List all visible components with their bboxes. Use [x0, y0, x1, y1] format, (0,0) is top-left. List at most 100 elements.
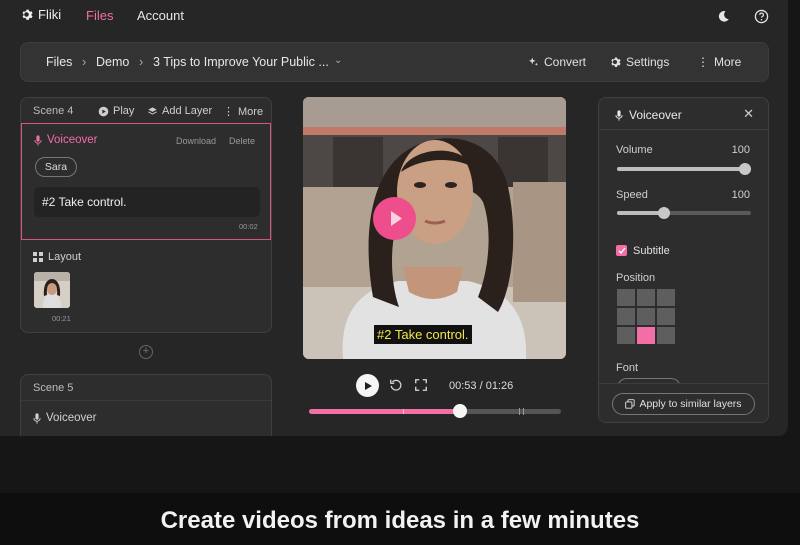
voiceover-heading: Voiceover: [33, 412, 97, 424]
add-layer-label: Add Layer: [162, 105, 213, 117]
copy-icon: [625, 399, 636, 409]
timeline-marker: [403, 409, 404, 414]
tagline-text: Create videos from ideas in a few minute…: [160, 507, 640, 534]
delete-link[interactable]: Delete: [229, 136, 255, 146]
moon-icon[interactable]: [714, 7, 732, 25]
speed-slider-fill: [617, 211, 664, 215]
fullscreen-icon[interactable]: [414, 378, 428, 392]
add-layer-button[interactable]: Add Layer: [147, 105, 212, 117]
help-icon[interactable]: [752, 7, 770, 25]
convert-button[interactable]: Convert: [527, 55, 586, 69]
scene-play-button[interactable]: Play: [98, 105, 134, 117]
volume-slider-knob[interactable]: [739, 163, 751, 175]
convert-label: Convert: [544, 55, 587, 69]
brand-name: Fliki: [38, 7, 62, 22]
sparkle-icon: [528, 57, 538, 66]
more-vertical-icon: ⋮: [223, 106, 234, 118]
position-grid: [617, 289, 675, 344]
play-circle-icon: [98, 106, 109, 116]
panel-title: Voiceover: [615, 108, 682, 122]
chevron-right-icon: ›: [82, 54, 87, 69]
gear-logo-icon: [22, 9, 33, 20]
position-cell[interactable]: [657, 289, 675, 306]
breadcrumb-file[interactable]: 3 Tips to Improve Your Public ...: [153, 55, 329, 69]
position-cell[interactable]: [637, 308, 655, 325]
timeline-progress: [309, 409, 460, 414]
tagline-banner: Create videos from ideas in a few minute…: [0, 493, 800, 545]
video-caption: #2 Take control.: [374, 325, 472, 344]
more-button[interactable]: ⋮ More: [697, 55, 741, 69]
scene-more-button[interactable]: ⋮ More: [223, 105, 264, 119]
voiceover-label: Voiceover: [46, 412, 97, 424]
close-icon[interactable]: ✕: [743, 106, 754, 122]
apply-similar-layers-button[interactable]: Apply to similar layers: [612, 393, 755, 415]
position-cell[interactable]: [617, 327, 635, 344]
layout-thumbnail[interactable]: [34, 272, 70, 308]
more-label: More: [714, 55, 742, 69]
panel-footer: Apply to similar layers: [599, 383, 768, 422]
volume-value: 100: [731, 144, 750, 156]
app-window: Fliki Files Account Files › Demo › 3 Tip…: [0, 0, 788, 436]
scene-title: Scene 5: [33, 382, 74, 394]
layout-label: Layout: [48, 251, 82, 263]
microphone-icon: [34, 134, 42, 146]
position-cell[interactable]: [637, 289, 655, 306]
voiceover-layer[interactable]: Voiceover Download Delete Sara #2 Take c…: [21, 123, 271, 240]
nav-account[interactable]: Account: [137, 8, 184, 23]
nav-files[interactable]: Files: [86, 8, 113, 23]
video-preview[interactable]: [303, 97, 566, 359]
volume-slider[interactable]: [617, 163, 751, 175]
video-play-overlay-icon[interactable]: [373, 197, 416, 240]
panel-header: Voiceover ✕: [599, 98, 768, 130]
breadcrumb-demo[interactable]: Demo: [96, 55, 129, 69]
settings-button[interactable]: Settings: [609, 55, 669, 69]
timeline-marker: [523, 408, 524, 415]
brand-logo[interactable]: Fliki: [20, 7, 61, 22]
position-cell[interactable]: [637, 327, 655, 344]
voiceover-duration: 00:02: [239, 222, 258, 231]
top-nav: Fliki Files Account: [0, 0, 788, 32]
breadcrumb-files[interactable]: Files: [46, 55, 72, 69]
position-cell[interactable]: [617, 308, 635, 325]
speed-slider-knob[interactable]: [658, 207, 670, 219]
play-icon: [364, 381, 372, 390]
microphone-icon: [615, 109, 623, 121]
scene-more-label: More: [238, 105, 264, 118]
position-label: Position: [616, 272, 656, 284]
chevron-right-icon: ›: [139, 54, 144, 69]
timeline-scrubber[interactable]: [453, 404, 467, 418]
timeline-marker: [519, 408, 520, 415]
playback-time: 00:53 / 01:26: [449, 380, 514, 392]
replay-icon[interactable]: [389, 378, 403, 392]
voiceover-settings-panel: Voiceover ✕ Volume 100 Speed 100 Subtitl…: [598, 97, 769, 423]
scene-card-5: Scene 5 Voiceover: [20, 374, 272, 436]
apply-button-label: Apply to similar layers: [639, 398, 742, 410]
check-icon: [618, 247, 626, 254]
play-label: Play: [113, 105, 135, 117]
position-cell[interactable]: [617, 289, 635, 306]
layout-thumb-duration: 00:21: [52, 314, 71, 323]
volume-label: Volume: [616, 144, 653, 156]
download-link[interactable]: Download: [176, 136, 216, 146]
position-cell[interactable]: [657, 327, 675, 344]
position-cell[interactable]: [657, 308, 675, 325]
font-label: Font: [616, 362, 639, 374]
scene-card-4: Scene 4 Play Add Layer ⋮ More Voiceover …: [20, 97, 272, 333]
layout-heading: Layout: [33, 251, 81, 263]
settings-label: Settings: [626, 55, 670, 69]
panel-title-label: Voiceover: [629, 108, 682, 122]
speed-slider[interactable]: [617, 207, 751, 219]
subtitle-checkbox[interactable]: [616, 245, 627, 256]
chevron-down-icon[interactable]: ⌄: [334, 55, 342, 66]
scene-header: Scene 5: [21, 375, 271, 401]
layers-icon: [148, 106, 157, 115]
play-button[interactable]: [356, 374, 379, 397]
gear-icon: [611, 57, 621, 67]
voice-chip[interactable]: Sara: [35, 157, 77, 177]
timeline-track[interactable]: [309, 404, 561, 418]
subtitle-label: Subtitle: [633, 245, 670, 257]
add-scene-button[interactable]: +: [139, 345, 153, 359]
voiceover-heading: Voiceover: [34, 134, 98, 146]
voiceover-text-input[interactable]: #2 Take control.: [34, 187, 260, 217]
scene-header: Scene 4 Play Add Layer ⋮ More: [21, 98, 271, 124]
